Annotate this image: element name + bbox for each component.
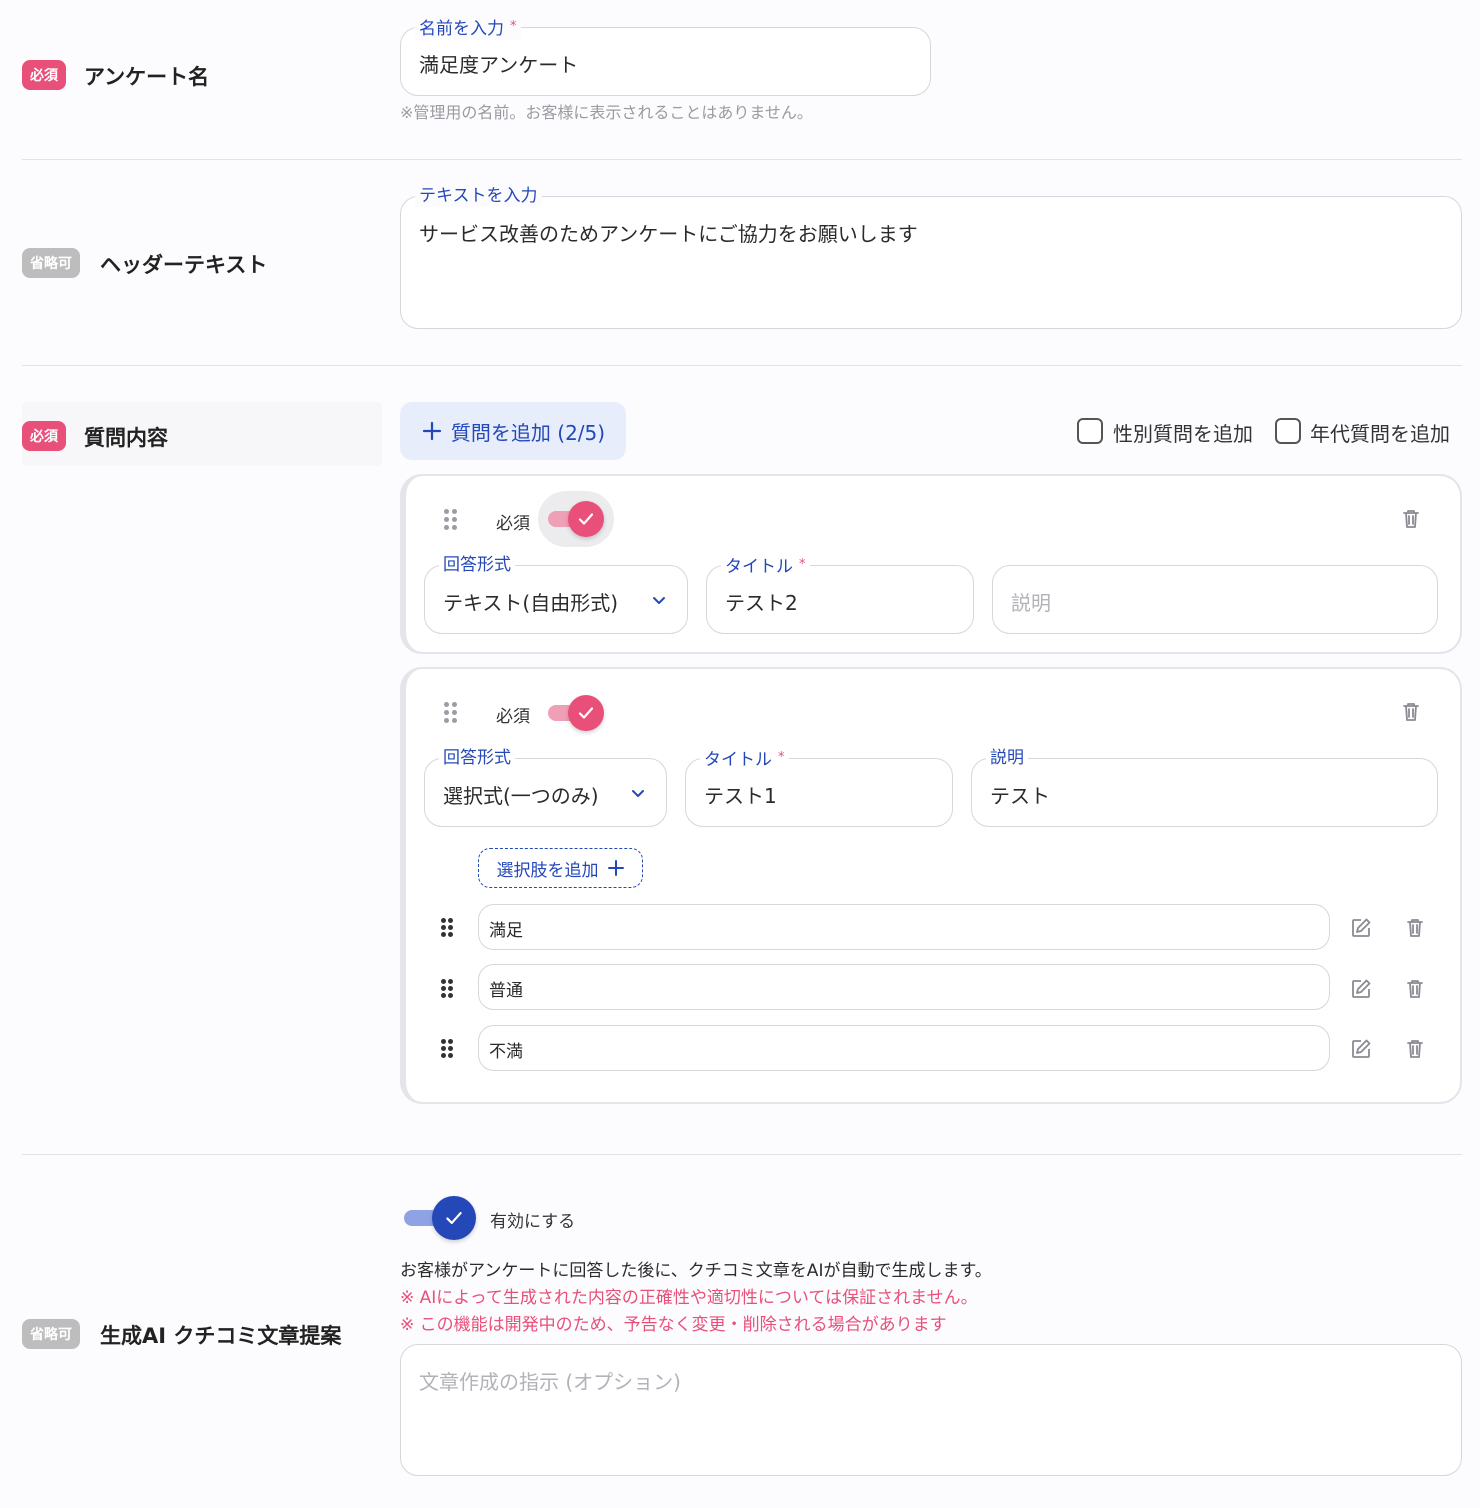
age-question-checkbox[interactable] [1275,418,1301,444]
divider [22,365,1462,366]
drag-handle-icon[interactable] [441,979,455,1001]
chevron-down-icon [653,597,665,604]
drag-handle-icon[interactable] [444,702,458,724]
trash-icon[interactable] [1403,977,1427,1001]
answer-type-value: 選択式(一つのみ) [443,784,599,808]
age-question-label[interactable]: 年代質問を追加 [1310,418,1450,447]
check-icon [578,707,594,719]
plus-icon [607,860,624,876]
optional-badge: 省略可 [22,1319,80,1349]
ai-instruction-field[interactable]: 文章作成の指示 (オプション) [400,1344,1462,1476]
survey-name-value[interactable]: 満足度アンケート [419,49,578,78]
survey-name-field[interactable]: 名前を入力 * 満足度アンケート [400,16,931,96]
trash-icon[interactable] [1399,700,1423,724]
option-value[interactable]: 不満 [489,1037,523,1062]
chevron-down-icon [632,790,644,797]
trash-icon[interactable] [1399,507,1423,531]
required-toggle[interactable] [568,501,604,537]
ai-enable-label[interactable]: 有効にする [490,1207,575,1232]
edit-icon[interactable] [1349,977,1373,1001]
question-title-field[interactable]: タイトル * テスト1 [685,747,953,827]
questions-label-area [22,402,382,466]
ai-enable-toggle[interactable] [432,1196,476,1240]
check-icon [578,513,594,525]
option-input[interactable]: 満足 [478,904,1330,950]
edit-icon[interactable] [1349,916,1373,940]
section-label-questions: 質問内容 [84,426,168,450]
check-icon [446,1211,462,1225]
ai-warning: ※ この機能は開発中のため、予告なく変更・削除される場合があります [400,1315,947,1335]
option-input[interactable]: 普通 [478,964,1330,1010]
trash-icon[interactable] [1403,1037,1427,1061]
question-description-label: 説明 [986,747,1028,769]
ai-description: お客様がアンケートに回答した後に、クチコミ文章をAIが自動で生成します。 [400,1261,992,1281]
optional-badge: 省略可 [22,248,80,278]
question-title-value[interactable]: テスト1 [704,780,777,809]
survey-name-field-label: 名前を入力 * [415,16,521,40]
section-label-ai-review: 生成AI クチコミ文章提案 [100,1324,342,1348]
question-description-field[interactable]: 説明 テスト [971,747,1438,827]
ai-warning: ※ AIによって生成された内容の正確性や適切性については保証されません。 [400,1288,978,1308]
answer-type-label: 回答形式 [439,554,515,576]
question-description-placeholder[interactable]: 説明 [1011,587,1051,616]
required-badge: 必須 [22,60,66,90]
edit-icon[interactable] [1349,1037,1373,1061]
plus-icon [422,421,442,441]
answer-type-select[interactable]: 回答形式 テキスト(自由形式) [424,554,688,634]
ai-instruction-placeholder[interactable]: 文章作成の指示 (オプション) [419,1366,681,1395]
required-toggle-label: 必須 [496,514,530,534]
answer-type-label: 回答形式 [439,747,515,769]
section-label-header-text: ヘッダーテキスト [100,253,268,277]
gender-question-checkbox[interactable] [1077,418,1103,444]
trash-icon[interactable] [1403,916,1427,940]
drag-handle-icon[interactable] [444,509,458,531]
header-text-value[interactable]: サービス改善のためアンケートにご協力をお願いします [419,218,918,247]
answer-type-value: テキスト(自由形式) [443,591,619,615]
header-text-field-label: テキストを入力 [415,185,542,207]
add-option-label: 選択肢を追加 [496,860,599,881]
question-description-field[interactable]: 説明 [992,565,1438,634]
drag-handle-icon[interactable] [441,1039,455,1061]
required-toggle-label: 必須 [496,707,530,727]
header-text-field[interactable]: テキストを入力 サービス改善のためアンケートにご協力をお願いします [400,185,1462,329]
drag-handle-icon[interactable] [441,918,455,940]
option-value[interactable]: 普通 [489,976,523,1001]
required-badge: 必須 [22,421,66,451]
add-question-label: 質問を追加 (2/5) [450,420,606,445]
question-description-value[interactable]: テスト [990,780,1050,809]
add-question-button[interactable]: 質問を追加 (2/5) [400,402,626,460]
divider [22,159,1462,160]
divider [22,1154,1462,1155]
question-title-label: タイトル * [721,554,810,578]
question-title-label: タイトル * [700,747,789,771]
question-title-field[interactable]: タイトル * テスト2 [706,554,974,634]
option-input[interactable]: 不満 [478,1025,1330,1071]
question-title-value[interactable]: テスト2 [725,587,798,616]
add-option-button[interactable]: 選択肢を追加 [478,848,643,888]
survey-name-hint: ※管理用の名前。お客様に表示されることはありません。 [400,103,813,122]
gender-question-label[interactable]: 性別質問を追加 [1113,418,1253,447]
required-toggle[interactable] [568,695,604,731]
option-value[interactable]: 満足 [489,916,523,941]
section-label-survey-name: アンケート名 [84,65,210,89]
answer-type-select[interactable]: 回答形式 選択式(一つのみ) [424,747,667,827]
